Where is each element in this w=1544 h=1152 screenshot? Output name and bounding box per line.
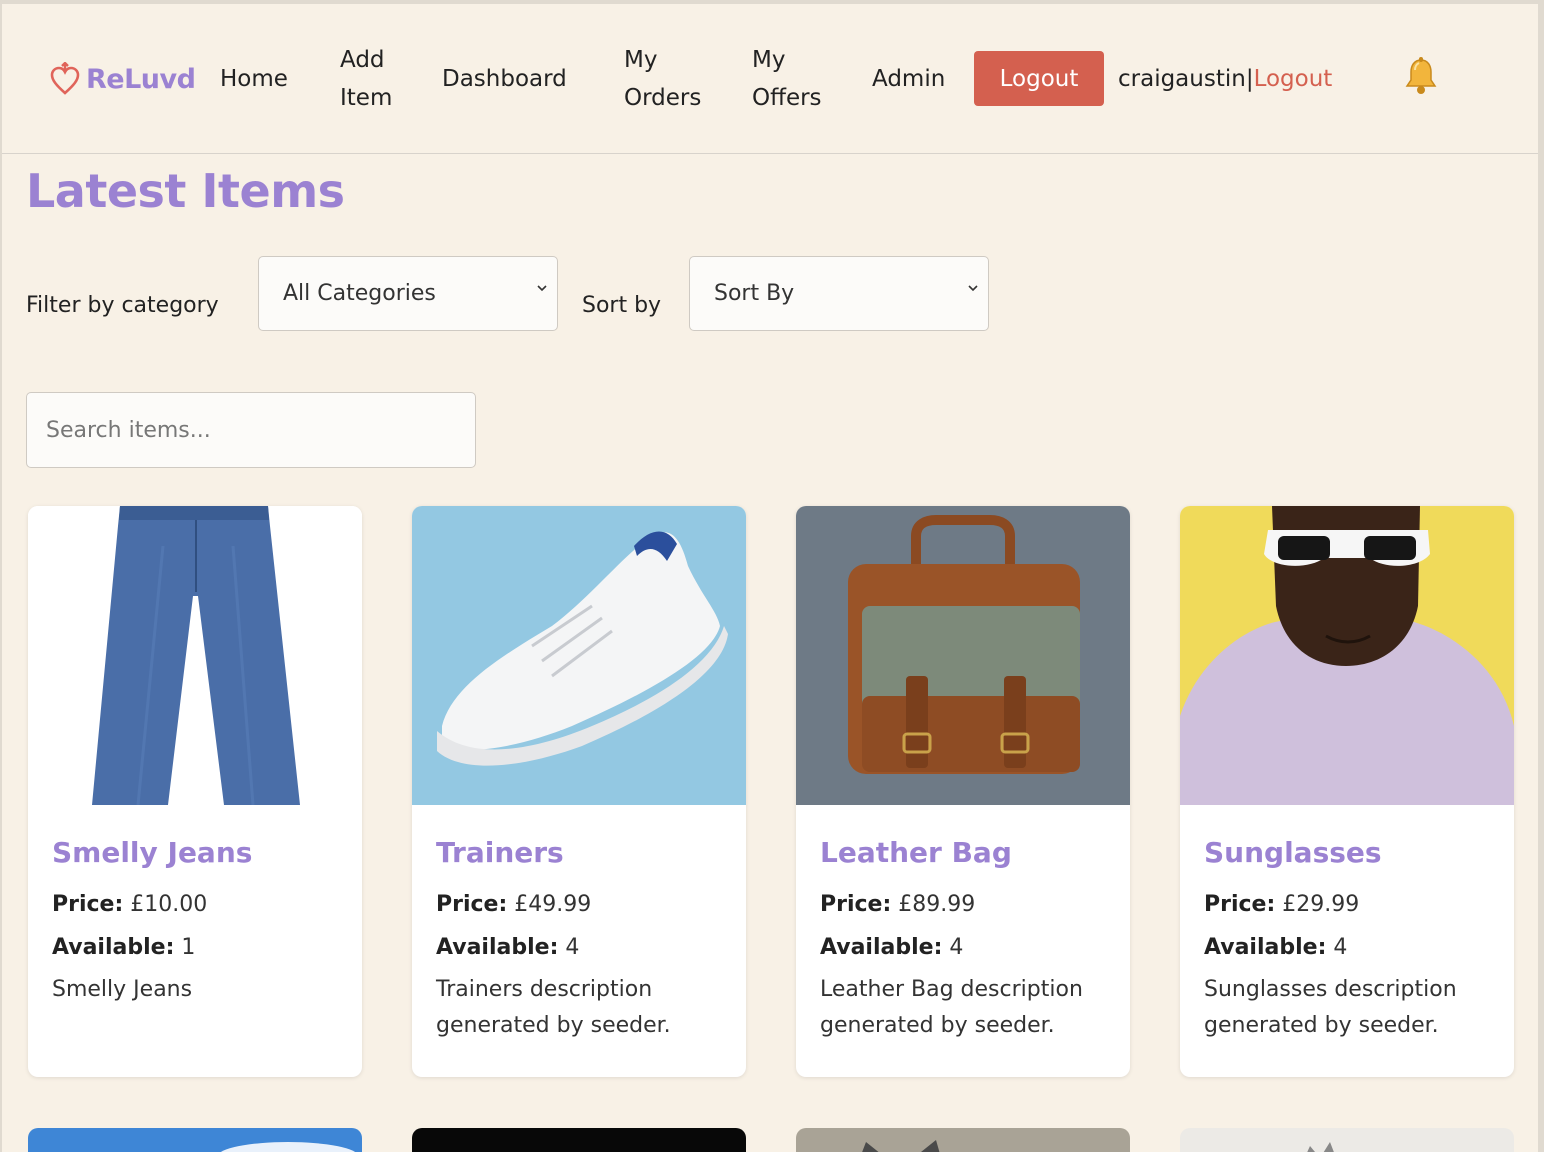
chevron-down-icon — [537, 285, 547, 292]
item-card-partial[interactable] — [28, 1128, 362, 1152]
sort-select-value: Sort By — [714, 281, 795, 306]
navbar: ReLuvd Home Add Item Dashboard My Orders… — [2, 4, 1538, 154]
nav-my-offers-line2: Offers — [752, 85, 822, 111]
available-value: 4 — [565, 935, 580, 960]
available-label: Available: — [1204, 935, 1327, 960]
available-value: 4 — [949, 935, 964, 960]
item-description: Trainers description generated by seeder… — [436, 977, 671, 1038]
brand-logo[interactable]: ReLuvd — [50, 62, 196, 96]
item-image[interactable] — [412, 506, 746, 805]
bell-icon[interactable] — [1402, 56, 1440, 100]
item-available: Available: 4 — [820, 935, 963, 960]
item-card[interactable]: Trainers Price: £49.99 Available: 4 Trai… — [412, 506, 746, 1077]
user-separator: | — [1245, 66, 1254, 92]
sort-select[interactable]: Sort By — [689, 256, 989, 331]
sky-image — [28, 1128, 362, 1152]
price-label: Price: — [1204, 892, 1276, 917]
brand-name: ReLuvd — [86, 63, 196, 95]
item-card[interactable]: Sunglasses Price: £29.99 Available: 4 Su… — [1180, 506, 1514, 1077]
item-available: Available: 1 — [52, 935, 195, 960]
available-value: 4 — [1333, 935, 1348, 960]
price-value: £49.99 — [514, 892, 592, 917]
item-description: Leather Bag description generated by see… — [820, 977, 1083, 1038]
user-info: craigaustin|Logout — [1118, 60, 1332, 98]
price-value: £10.00 — [130, 892, 208, 917]
item-card-partial[interactable] — [1180, 1128, 1514, 1152]
nav-admin[interactable]: Admin — [872, 60, 945, 98]
price-label: Price: — [52, 892, 124, 917]
price-value: £89.99 — [898, 892, 976, 917]
item-description: Sunglasses description generated by seed… — [1204, 977, 1457, 1038]
logout-link[interactable]: Logout — [1254, 66, 1333, 92]
available-label: Available: — [436, 935, 559, 960]
nav-my-orders[interactable]: My Orders — [624, 41, 701, 117]
page-title: Latest Items — [26, 164, 345, 218]
item-card-partial[interactable] — [412, 1128, 746, 1152]
item-name[interactable]: Leather Bag — [820, 836, 1012, 869]
item-name[interactable]: Trainers — [436, 836, 564, 869]
sunglasses-image — [1180, 506, 1514, 805]
trainers-image — [412, 506, 746, 805]
item-available: Available: 4 — [1204, 935, 1347, 960]
nav-my-offers-line1: My — [752, 47, 786, 73]
item-card[interactable]: Leather Bag Price: £89.99 Available: 4 L… — [796, 506, 1130, 1077]
search-placeholder: Search items... — [46, 417, 211, 443]
nav-home[interactable]: Home — [220, 60, 288, 98]
item-image[interactable] — [1180, 506, 1514, 805]
filter-label: Filter by category — [26, 293, 219, 318]
sort-label: Sort by — [582, 293, 662, 318]
category-select-value: All Categories — [283, 281, 436, 306]
leather-bag-image — [796, 506, 1130, 805]
item-description: Smelly Jeans — [52, 977, 193, 1002]
logout-button[interactable]: Logout — [974, 51, 1104, 106]
light-image — [1180, 1128, 1514, 1152]
item-price: Price: £49.99 — [436, 892, 591, 917]
cat-image — [796, 1128, 1130, 1152]
category-select[interactable]: All Categories — [258, 256, 558, 331]
item-price: Price: £10.00 — [52, 892, 207, 917]
item-name[interactable]: Sunglasses — [1204, 836, 1382, 869]
item-card-partial[interactable] — [796, 1128, 1130, 1152]
item-name[interactable]: Smelly Jeans — [52, 836, 252, 869]
available-label: Available: — [820, 935, 943, 960]
available-value: 1 — [181, 935, 196, 960]
jeans-image — [28, 506, 362, 805]
search-input[interactable]: Search items... — [26, 392, 476, 468]
nav-add-item-line2: Item — [340, 85, 393, 111]
nav-my-orders-line2: Orders — [624, 85, 702, 111]
heart-logo-icon — [50, 62, 80, 95]
item-price: Price: £29.99 — [1204, 892, 1359, 917]
item-image[interactable] — [796, 506, 1130, 805]
available-label: Available: — [52, 935, 175, 960]
nav-my-offers[interactable]: My Offers — [752, 41, 822, 117]
username: craigaustin — [1118, 66, 1246, 92]
nav-add-item[interactable]: Add Item — [340, 41, 392, 117]
item-price: Price: £89.99 — [820, 892, 975, 917]
nav-dashboard[interactable]: Dashboard — [442, 60, 567, 98]
dark-image — [412, 1128, 746, 1152]
price-value: £29.99 — [1282, 892, 1360, 917]
chevron-down-icon — [968, 285, 978, 292]
price-label: Price: — [820, 892, 892, 917]
nav-add-item-line1: Add — [340, 47, 385, 73]
price-label: Price: — [436, 892, 508, 917]
nav-my-orders-line1: My — [624, 47, 658, 73]
item-card[interactable]: Smelly Jeans Price: £10.00 Available: 1 … — [28, 506, 362, 1077]
item-image[interactable] — [28, 506, 362, 805]
item-available: Available: 4 — [436, 935, 579, 960]
